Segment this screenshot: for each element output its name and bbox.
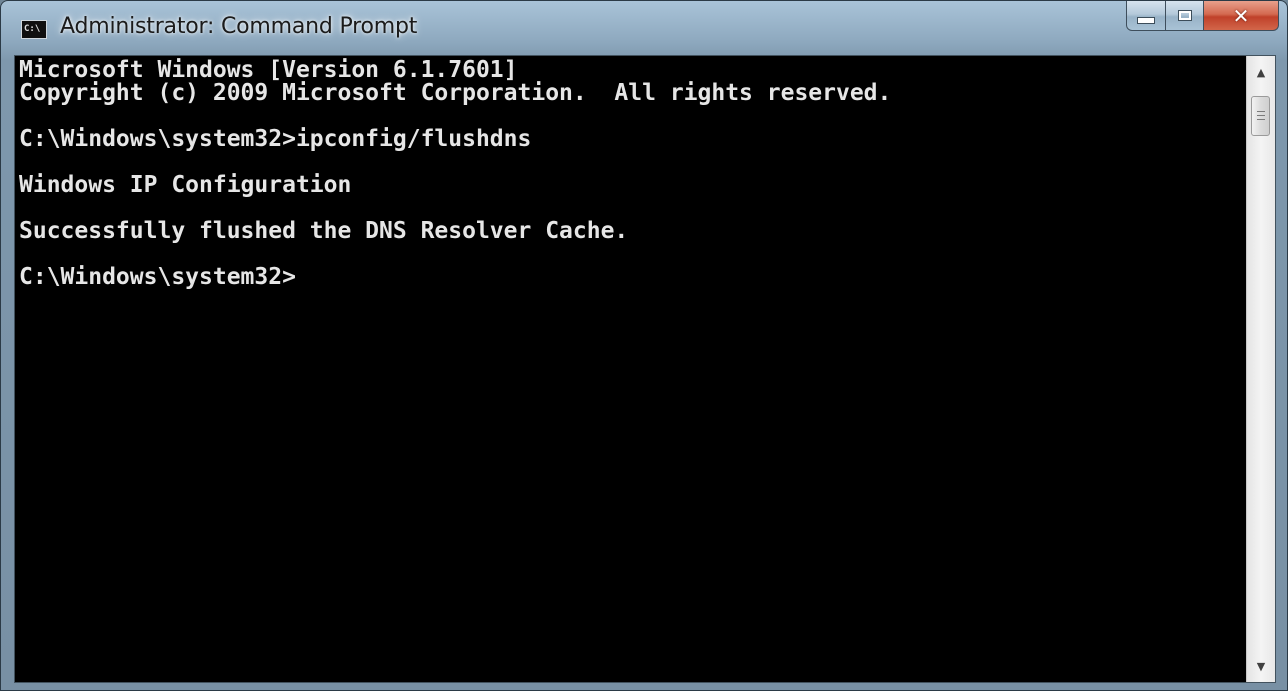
minimize-button[interactable] [1126,1,1166,31]
scroll-down-arrow-icon: ▼ [1256,659,1266,673]
thumb-grip-line [1257,111,1265,112]
console-frame: Microsoft Windows [Version 6.1.7601] Copy… [14,55,1276,683]
minimize-icon [1137,17,1155,24]
scroll-down-button[interactable]: ▼ [1247,654,1275,678]
maximize-icon [1177,10,1192,21]
scroll-up-arrow-icon: ▲ [1256,65,1266,79]
app-icon-label: C:\ [24,24,41,34]
close-button[interactable]: ✕ [1204,1,1279,31]
console-line: C:\Windows\system32>ipconfig/flushdns [19,126,532,152]
thumb-grip-line [1257,115,1265,116]
console-line: Windows IP Configuration [19,172,352,198]
vertical-scrollbar[interactable]: ▲ ▼ [1246,56,1275,682]
close-icon: ✕ [1232,3,1250,28]
window-title: Administrator: Command Prompt [60,14,418,39]
console-line: Successfully flushed the DNS Resolver Ca… [19,218,629,244]
console-line: Copyright (c) 2009 Microsoft Corporation… [19,80,892,106]
command-prompt-app-icon[interactable]: C:\ [21,20,47,39]
command-prompt-window: C:\ Administrator: Command Prompt ✕ Micr… [0,0,1288,691]
console-text: Microsoft Windows [Version 6.1.7601] Copy… [19,59,891,289]
console-prompt-line[interactable]: C:\Windows\system32> [19,266,891,289]
scroll-up-button[interactable]: ▲ [1247,60,1275,84]
console-line: Microsoft Windows [Version 6.1.7601] [19,57,518,83]
scroll-thumb[interactable] [1251,96,1270,136]
thumb-grip-line [1257,119,1265,120]
maximize-button[interactable] [1166,1,1204,31]
console-output-area[interactable]: Microsoft Windows [Version 6.1.7601] Copy… [15,56,1246,682]
title-bar[interactable]: C:\ Administrator: Command Prompt ✕ [1,1,1287,55]
window-bottom-border[interactable] [1,681,1287,690]
window-controls: ✕ [1126,1,1279,31]
